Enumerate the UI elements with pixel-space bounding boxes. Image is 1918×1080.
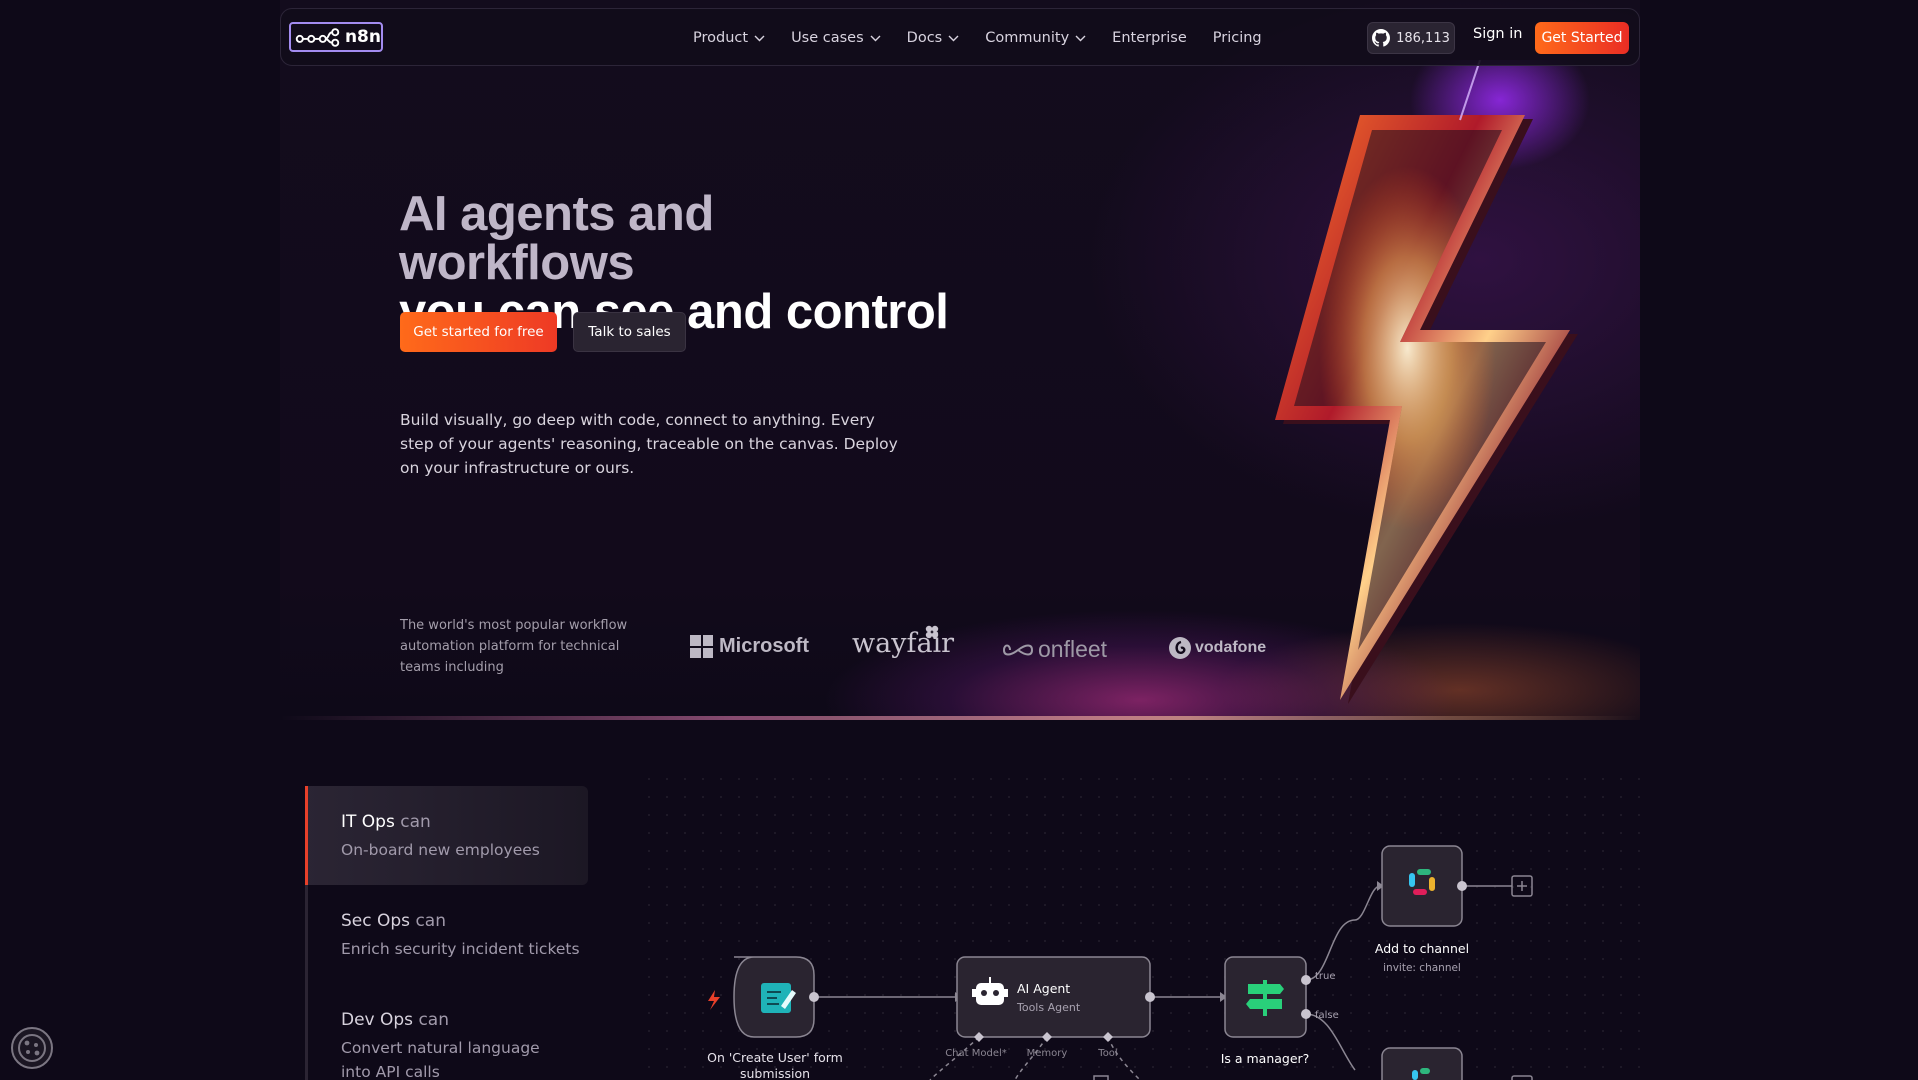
wayfair-logo: wayfair bbox=[852, 625, 954, 659]
ai-agent-node[interactable] bbox=[956, 956, 1155, 1042]
nav-links: Product Use cases Docs Community Enterpr… bbox=[693, 9, 1262, 67]
nav-community[interactable]: Community bbox=[985, 30, 1086, 46]
lightning-bolt-icon bbox=[1275, 60, 1590, 704]
slack-node[interactable] bbox=[1381, 845, 1467, 927]
use-case-team: Sec Ops bbox=[341, 911, 411, 931]
tool-port-box bbox=[1093, 1075, 1109, 1080]
microsoft-name: Microsoft bbox=[719, 635, 809, 657]
use-case-team: IT Ops bbox=[341, 812, 395, 832]
nav-community-label: Community bbox=[985, 30, 1070, 46]
chevron-down-icon bbox=[754, 35, 765, 41]
port-chat-model: Chat Model* bbox=[945, 1048, 1007, 1059]
logo-text: n8n bbox=[344, 27, 381, 47]
agent-subtitle: Tools Agent bbox=[1016, 1001, 1081, 1014]
use-case-title: IT Ops can bbox=[341, 812, 588, 832]
if-node[interactable] bbox=[1224, 956, 1311, 1038]
slack-label: Add to channel bbox=[1375, 941, 1469, 956]
port-memory: Memory bbox=[1027, 1048, 1068, 1059]
microsoft-logo: Microsoft bbox=[690, 635, 809, 658]
trigger-bolt-icon bbox=[708, 990, 720, 1010]
talk-to-sales-button[interactable]: Talk to sales bbox=[573, 312, 686, 352]
trust-statement: The world's most popular workflow automa… bbox=[400, 618, 628, 675]
sign-in-link[interactable]: Sign in bbox=[1473, 26, 1522, 42]
chevron-down-icon bbox=[870, 35, 881, 41]
hero-subtext: Build visually, go deep with code, conne… bbox=[400, 411, 898, 477]
vodafone-logo: vodafone bbox=[1168, 636, 1266, 660]
github-icon bbox=[1372, 29, 1391, 47]
use-case-list: IT Ops can On-board new employees Sec Op… bbox=[305, 786, 588, 1080]
use-case-can: can bbox=[418, 1010, 449, 1030]
top-navbar: n8n Product Use cases Docs Community Ent… bbox=[280, 8, 1640, 66]
trigger-node[interactable] bbox=[733, 956, 819, 1038]
trigger-label: On 'Create User' form submission bbox=[707, 1050, 843, 1080]
use-case-desc: On-board new employees bbox=[341, 841, 540, 859]
workflow-canvas: On 'Create User' form submission AI Agent… bbox=[707, 845, 1533, 1080]
onfleet-logo: onfleet bbox=[1002, 636, 1107, 663]
nav-docs-label: Docs bbox=[906, 30, 943, 46]
onfleet-name: onfleet bbox=[1038, 636, 1108, 662]
use-case-title: Dev Ops can bbox=[341, 1010, 588, 1030]
agent-title: AI Agent bbox=[1017, 981, 1070, 996]
use-case-can: can bbox=[415, 911, 446, 931]
if-label: Is a manager? bbox=[1221, 1051, 1310, 1066]
plus-icon[interactable] bbox=[1511, 1075, 1533, 1080]
use-case-desc: Enrich security incident tickets bbox=[341, 940, 580, 958]
slack-node-2[interactable] bbox=[1381, 1047, 1463, 1080]
use-case-dev-ops[interactable]: Dev Ops can Convert natural language int… bbox=[305, 984, 588, 1080]
port-tool: Tool bbox=[1097, 1048, 1117, 1059]
chevron-down-icon bbox=[948, 35, 959, 41]
nav-product[interactable]: Product bbox=[693, 30, 765, 46]
vodafone-icon bbox=[1169, 637, 1191, 659]
nav-pricing-label: Pricing bbox=[1212, 30, 1262, 46]
use-case-team: Dev Ops bbox=[341, 1010, 414, 1030]
nav-product-label: Product bbox=[693, 30, 749, 46]
nav-use-cases[interactable]: Use cases bbox=[791, 30, 881, 46]
use-case-can: can bbox=[400, 812, 431, 832]
n8n-logo[interactable]: n8n bbox=[289, 22, 383, 52]
get-started-button[interactable]: Get Started bbox=[1535, 22, 1629, 54]
nav-docs[interactable]: Docs bbox=[907, 30, 960, 46]
nav-enterprise-label: Enterprise bbox=[1112, 30, 1187, 46]
vodafone-name: vodafone bbox=[1195, 639, 1267, 656]
cookie-icon bbox=[18, 1034, 46, 1062]
cookie-settings-button[interactable] bbox=[11, 1027, 53, 1069]
chevron-down-icon bbox=[1075, 35, 1086, 41]
get-started-free-button[interactable]: Get started for free bbox=[400, 312, 557, 352]
wayfair-pinwheel-icon bbox=[925, 625, 939, 639]
use-case-title: Sec Ops can bbox=[341, 911, 588, 931]
use-case-sec-ops[interactable]: Sec Ops can Enrich security incident tic… bbox=[305, 885, 588, 984]
onfleet-infinity-icon bbox=[1002, 644, 1034, 655]
nav-use-cases-label: Use cases bbox=[791, 30, 864, 46]
github-stars-count: 186,113 bbox=[1396, 30, 1450, 46]
hero-headline-line1: AI agents and workflows bbox=[399, 187, 714, 290]
branch-true: true bbox=[1315, 971, 1336, 982]
slack-sublabel: invite: channel bbox=[1383, 962, 1461, 974]
nav-pricing[interactable]: Pricing bbox=[1213, 30, 1262, 46]
branch-false: false bbox=[1315, 1010, 1339, 1021]
use-case-desc: Convert natural language into API calls bbox=[341, 1039, 540, 1080]
n8n-logo-icon bbox=[295, 28, 340, 47]
use-case-it-ops[interactable]: IT Ops can On-board new employees bbox=[305, 786, 588, 885]
plus-icon[interactable] bbox=[1511, 875, 1533, 897]
nav-enterprise[interactable]: Enterprise bbox=[1112, 30, 1187, 46]
microsoft-grid-icon bbox=[690, 635, 713, 658]
github-stars-button[interactable]: 186,113 bbox=[1367, 22, 1455, 54]
